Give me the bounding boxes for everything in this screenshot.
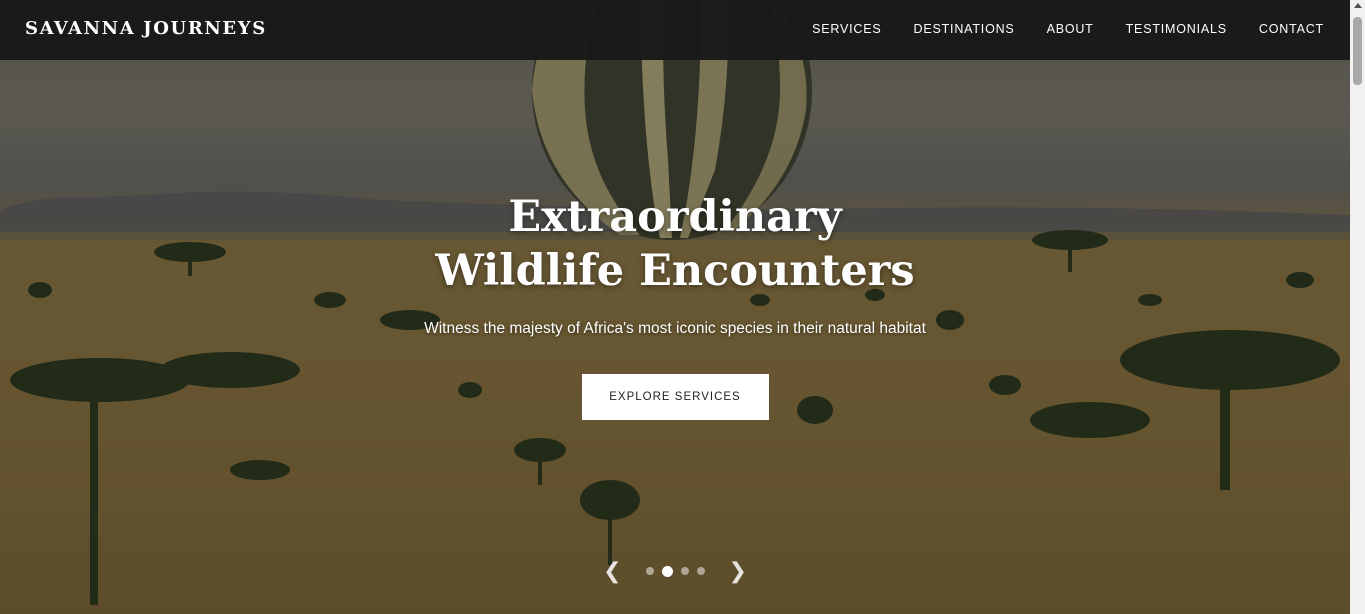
- explore-services-button[interactable]: EXPLORE SERVICES: [581, 374, 769, 420]
- top-navbar: SAVANNA JOURNEYS SERVICES DESTINATIONS A…: [0, 0, 1350, 60]
- hero-section: Extraordinary Wildlife Encounters Witnes…: [0, 0, 1350, 614]
- hero-title: Extraordinary Wildlife Encounters: [435, 192, 915, 296]
- slide-dot-4[interactable]: [696, 567, 705, 575]
- slide-dot-1[interactable]: [645, 567, 654, 575]
- nav-link-testimonials[interactable]: TESTIMONIALS: [1126, 22, 1227, 36]
- scroll-up-arrow-icon[interactable]: [1354, 3, 1362, 8]
- next-slide-arrow-icon[interactable]: ❯: [719, 559, 757, 584]
- nav-link-about[interactable]: ABOUT: [1047, 22, 1094, 36]
- nav-links: SERVICES DESTINATIONS ABOUT TESTIMONIALS…: [812, 22, 1324, 36]
- slider-dots: [645, 565, 705, 577]
- hero-subtitle: Witness the majesty of Africa's most ico…: [424, 320, 926, 337]
- nav-link-destinations[interactable]: DESTINATIONS: [914, 22, 1015, 36]
- nav-link-services[interactable]: SERVICES: [812, 22, 881, 36]
- page-scrollbar[interactable]: [1350, 0, 1365, 614]
- slider-controls: ❮ ❯: [0, 558, 1350, 584]
- slide-dot-3[interactable]: [680, 567, 689, 575]
- hero-content: Extraordinary Wildlife Encounters Witnes…: [0, 190, 1350, 420]
- scrollbar-thumb[interactable]: [1353, 17, 1362, 85]
- brand-logo[interactable]: SAVANNA JOURNEYS: [25, 18, 267, 39]
- nav-link-contact[interactable]: CONTACT: [1259, 22, 1324, 36]
- prev-slide-arrow-icon[interactable]: ❮: [593, 559, 631, 584]
- slide-dot-2[interactable]: [661, 565, 673, 577]
